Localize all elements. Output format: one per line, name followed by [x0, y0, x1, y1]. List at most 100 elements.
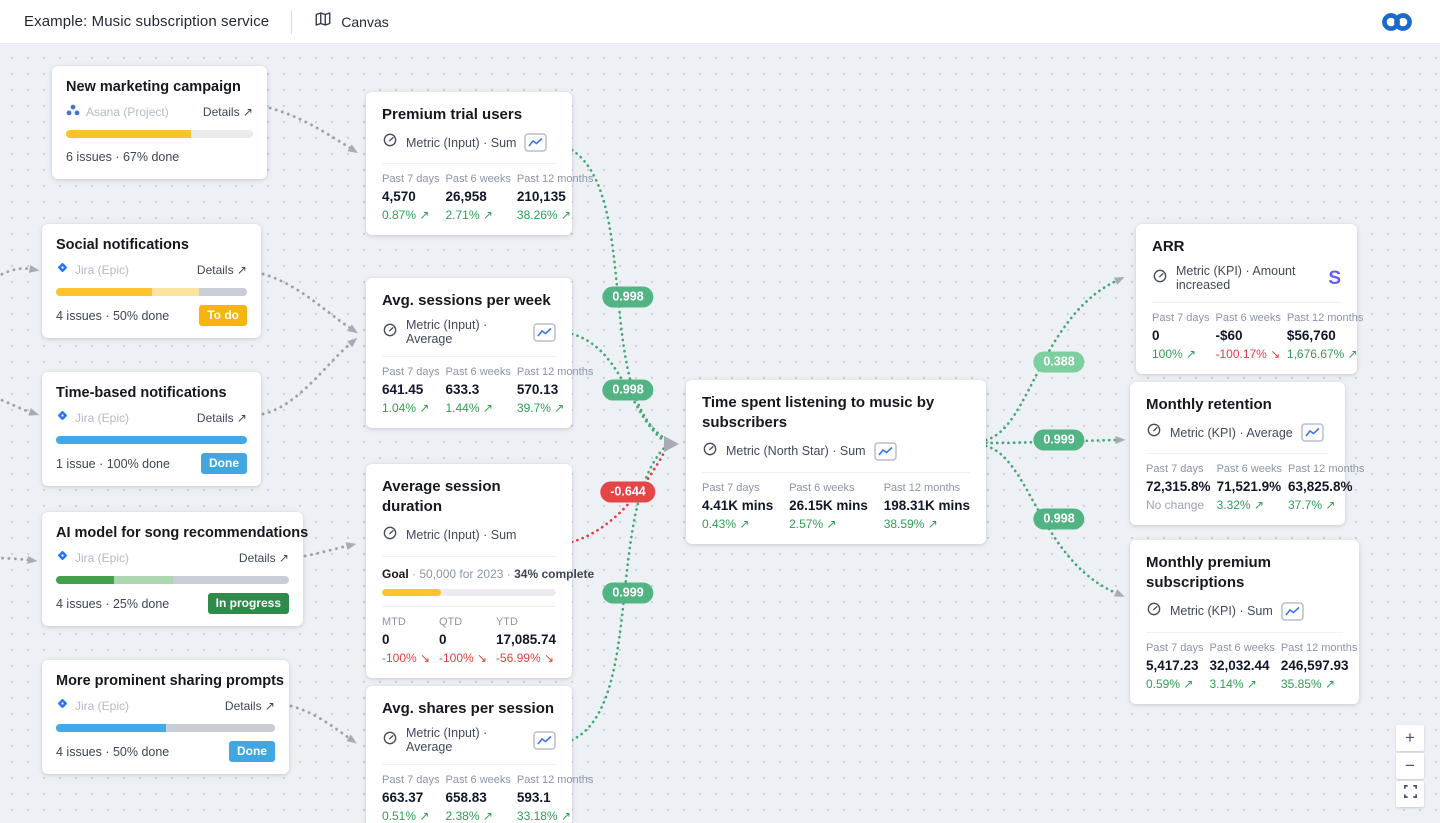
- jira-icon: [56, 697, 69, 715]
- source-label: Jira (Epic): [75, 411, 129, 425]
- goal-row: Goal · 50,000 for 2023 · 34% complete: [382, 556, 556, 581]
- metric-type-label: Metric (KPI) · Amount increased: [1176, 264, 1318, 292]
- asana-icon: [66, 103, 80, 121]
- metric-card-monthly-premium-subscriptions[interactable]: Monthly premium subscriptions Metric (KP…: [1130, 540, 1359, 704]
- metric-period-column: Past 12 months246,597.9335.85% ↗: [1281, 642, 1357, 691]
- source: Asana (Project): [66, 103, 169, 121]
- gauge-icon: [1146, 601, 1162, 622]
- tab-canvas[interactable]: Canvas: [314, 10, 388, 33]
- metric-period-column: Past 6 weeks26.15K mins2.57% ↗: [789, 482, 868, 531]
- gauge-icon: [1146, 422, 1162, 443]
- line-chart-icon[interactable]: [524, 133, 547, 152]
- progress-bar: [66, 130, 253, 138]
- metric-period-column: Past 6 weeks633.31.44% ↗: [445, 366, 510, 415]
- work-card-time-based-notifications[interactable]: Time-based notifications Jira (Epic) Det…: [42, 372, 261, 486]
- gauge-icon: [382, 525, 398, 546]
- card-title: Time-based notifications: [56, 385, 247, 401]
- metric-period-column: MTD0-100% ↘: [382, 616, 430, 665]
- metric-period-column: Past 7 days5,417.230.59% ↗: [1146, 642, 1203, 691]
- gauge-icon: [1152, 268, 1168, 289]
- progress-bar: [56, 436, 247, 444]
- metric-period-column: Past 7 days4.41K mins0.43% ↗: [702, 482, 773, 531]
- jira-icon: [56, 261, 69, 279]
- stripe-icon: S: [1328, 269, 1341, 288]
- card-title: More prominent sharing prompts: [56, 673, 275, 689]
- edge-label: 0.998: [602, 287, 653, 308]
- card-title: New marketing campaign: [66, 79, 253, 95]
- progress-bar: [56, 576, 289, 584]
- line-chart-icon[interactable]: [1281, 602, 1304, 621]
- details-link[interactable]: Details ↗: [225, 699, 275, 713]
- metric-title: Avg. shares per session: [382, 699, 556, 719]
- metric-title: Time spent listening to music by subscri…: [702, 393, 970, 434]
- issues-meta: 4 issues · 50% done: [56, 309, 169, 323]
- zoom-out-button[interactable]: −: [1396, 753, 1424, 779]
- line-chart-icon[interactable]: [874, 442, 897, 461]
- metric-period-column: Past 6 weeks32,032.443.14% ↗: [1209, 642, 1274, 691]
- issues-meta: 6 issues · 67% done: [66, 150, 179, 164]
- doubleloop-logo[interactable]: [1378, 9, 1416, 35]
- metric-card-monthly-retention[interactable]: Monthly retention Metric (KPI) · Average…: [1130, 382, 1345, 525]
- work-card-sharing-prompts[interactable]: More prominent sharing prompts Jira (Epi…: [42, 660, 289, 774]
- fit-view-button[interactable]: [1396, 781, 1424, 807]
- issues-meta: 1 issue · 100% done: [56, 457, 170, 471]
- metric-period-column: Past 12 months210,13538.26% ↗: [517, 173, 593, 222]
- gauge-icon: [382, 322, 398, 343]
- metric-period-column: Past 12 months63,825.8%37.7% ↗: [1288, 463, 1364, 512]
- metric-type-label: Metric (KPI) · Sum: [1170, 604, 1273, 618]
- details-link[interactable]: Details ↗: [239, 551, 289, 565]
- metric-period-column: Past 6 weeks26,9582.71% ↗: [445, 173, 510, 222]
- metric-type-label: Metric (Input) · Sum: [406, 528, 516, 542]
- metric-card-avg-sessions-per-week[interactable]: Avg. sessions per week Metric (Input) · …: [366, 278, 572, 428]
- header-divider: [291, 10, 292, 34]
- workspace-title: Example: Music subscription service: [24, 13, 269, 30]
- metric-period-column: QTD0-100% ↘: [439, 616, 487, 665]
- metric-card-time-spent-listening[interactable]: Time spent listening to music by subscri…: [686, 380, 986, 544]
- goal-progress-bar: [382, 589, 556, 596]
- edge-label: 0.388: [1033, 352, 1084, 373]
- metric-period-column: Past 12 months$56,7601,676.67% ↗: [1287, 312, 1363, 361]
- metric-type-label: Metric (Input) · Sum: [406, 136, 516, 150]
- metric-period-column: Past 7 days663.370.51% ↗: [382, 774, 439, 823]
- details-link[interactable]: Details ↗: [197, 263, 247, 277]
- edge-label: -0.644: [600, 482, 655, 503]
- metric-period-column: Past 12 months593.133.18% ↗: [517, 774, 593, 823]
- metric-card-average-session-duration[interactable]: Average session duration Metric (Input) …: [366, 464, 572, 678]
- work-card-ai-model[interactable]: AI model for song recommendations Jira (…: [42, 512, 303, 626]
- metric-period-column: Past 12 months570.1339.7% ↗: [517, 366, 593, 415]
- work-card-social-notifications[interactable]: Social notifications Jira (Epic) Details…: [42, 224, 261, 338]
- metric-card-arr[interactable]: ARR Metric (KPI) · Amount increased S Pa…: [1136, 224, 1357, 374]
- metric-period-column: Past 7 days0100% ↗: [1152, 312, 1209, 361]
- source: Jira (Epic): [56, 549, 129, 567]
- minus-icon: −: [1405, 756, 1415, 776]
- zoom-in-button[interactable]: +: [1396, 725, 1424, 751]
- edge-label: 0.998: [1033, 509, 1084, 530]
- canvas-controls: + −: [1396, 725, 1424, 807]
- work-card-new-marketing-campaign[interactable]: New marketing campaign Asana (Project) D…: [52, 66, 267, 179]
- metric-type-label: Metric (KPI) · Average: [1170, 426, 1293, 440]
- card-title: Social notifications: [56, 237, 247, 253]
- metric-card-avg-shares-per-session[interactable]: Avg. shares per session Metric (Input) ·…: [366, 686, 572, 823]
- status-badge: In progress: [208, 593, 289, 614]
- metric-period-column: Past 7 days72,315.8%No change: [1146, 463, 1211, 512]
- line-chart-icon[interactable]: [533, 323, 556, 342]
- metric-period-column: Past 12 months198.31K mins38.59% ↗: [884, 482, 970, 531]
- card-title: AI model for song recommendations: [56, 525, 289, 541]
- source: Jira (Epic): [56, 261, 129, 279]
- status-badge: To do: [199, 305, 247, 326]
- source-label: Jira (Epic): [75, 699, 129, 713]
- details-link[interactable]: Details ↗: [203, 105, 253, 119]
- source-label: Jira (Epic): [75, 551, 129, 565]
- metric-title: Monthly premium subscriptions: [1146, 553, 1343, 594]
- metric-title: Avg. sessions per week: [382, 291, 556, 311]
- progress-bar: [56, 288, 247, 296]
- metric-period-column: Past 6 weeks71,521.9%3.32% ↗: [1217, 463, 1282, 512]
- line-chart-icon[interactable]: [533, 731, 556, 750]
- details-link[interactable]: Details ↗: [197, 411, 247, 425]
- issues-meta: 4 issues · 25% done: [56, 597, 169, 611]
- source: Jira (Epic): [56, 697, 129, 715]
- progress-bar: [56, 724, 275, 732]
- line-chart-icon[interactable]: [1301, 423, 1324, 442]
- metric-card-premium-trial-users[interactable]: Premium trial users Metric (Input) · Sum…: [366, 92, 572, 235]
- jira-icon: [56, 409, 69, 427]
